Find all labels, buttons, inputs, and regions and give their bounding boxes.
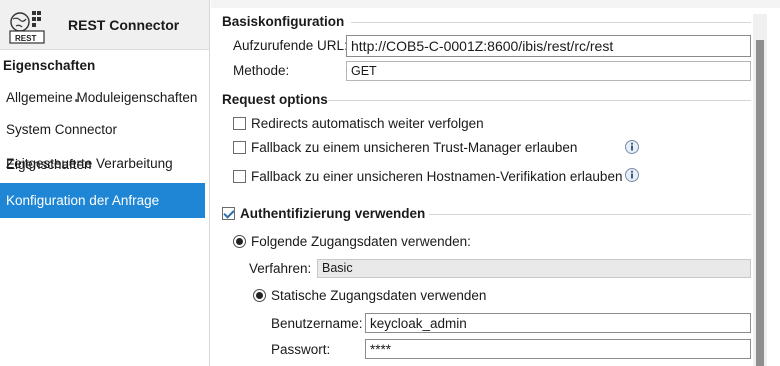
connector-header: REST REST Connector (0, 0, 209, 50)
divider (328, 100, 751, 101)
properties-section-label: Eigenschaften (3, 58, 96, 73)
insecure-trust-manager-checkbox[interactable] (233, 141, 246, 154)
basic-config-title: Basiskonfiguration (222, 14, 345, 29)
sidebar-item-label: Allgemeine Moduleigenschaften (6, 90, 198, 105)
method-field[interactable]: GET (346, 61, 751, 81)
use-authentication-checkbox[interactable] (222, 207, 235, 220)
static-credentials-radio[interactable] (253, 289, 266, 302)
method-label: Methode: (233, 63, 290, 78)
auth-method-select[interactable]: Basic (317, 259, 751, 278)
username-input[interactable] (365, 313, 751, 333)
follow-redirects-label: Redirects automatisch weiter verfolgen (251, 116, 484, 131)
sidebar-panel: REST REST Connector Eigenschaften Allgem… (0, 0, 210, 366)
logo-text: REST (15, 34, 37, 43)
password-input[interactable] (365, 339, 751, 359)
use-credentials-radio[interactable] (233, 235, 246, 248)
follow-redirects-checkbox[interactable] (233, 117, 246, 130)
sidebar-item-label: Zeitgesteuerte Verarbeitung (6, 156, 173, 171)
sidebar-item-label: Konfiguration der Anfrage (6, 193, 160, 208)
url-label: Aufzurufende URL: (233, 38, 348, 53)
info-icon[interactable] (624, 139, 640, 155)
insecure-hostname-verification-label: Fallback zu einer unsicheren Hostnamen-V… (251, 169, 623, 184)
scrollbar-thumb[interactable] (756, 40, 764, 366)
request-options-title: Request options (222, 92, 328, 107)
sidebar-item-general-module-properties[interactable]: Allgemeine Moduleigenschaften (0, 80, 205, 115)
marker-dot (75, 99, 78, 102)
vertical-scrollbar[interactable] (753, 14, 767, 366)
divider (429, 214, 751, 215)
info-icon[interactable] (624, 167, 640, 183)
username-label: Benutzername: (271, 316, 363, 331)
insecure-trust-manager-label: Fallback zu einem unsicheren Trust-Manag… (251, 140, 578, 155)
url-input[interactable] (346, 35, 751, 57)
use-credentials-label: Folgende Zugangsdaten verwenden: (251, 234, 471, 249)
sidebar-item-scheduled-processing[interactable]: Zeitgesteuerte Verarbeitung (0, 146, 205, 181)
password-label: Passwort: (271, 342, 331, 357)
use-authentication-label: Authentifizierung verwenden (240, 206, 426, 221)
divider (351, 22, 751, 23)
panel-top-edge (211, 0, 780, 8)
insecure-hostname-verification-checkbox[interactable] (233, 170, 246, 183)
auth-method-label: Verfahren: (249, 261, 312, 276)
connector-title: REST Connector (68, 17, 180, 33)
content-panel: Basiskonfiguration Aufzurufende URL: Met… (211, 0, 780, 366)
sidebar-item-system-connector-properties[interactable]: System Connector Eigenschaften (0, 112, 205, 172)
static-credentials-label: Statische Zugangsdaten verwenden (271, 288, 487, 303)
sidebar-item-request-configuration[interactable]: Konfiguration der Anfrage (0, 183, 205, 218)
